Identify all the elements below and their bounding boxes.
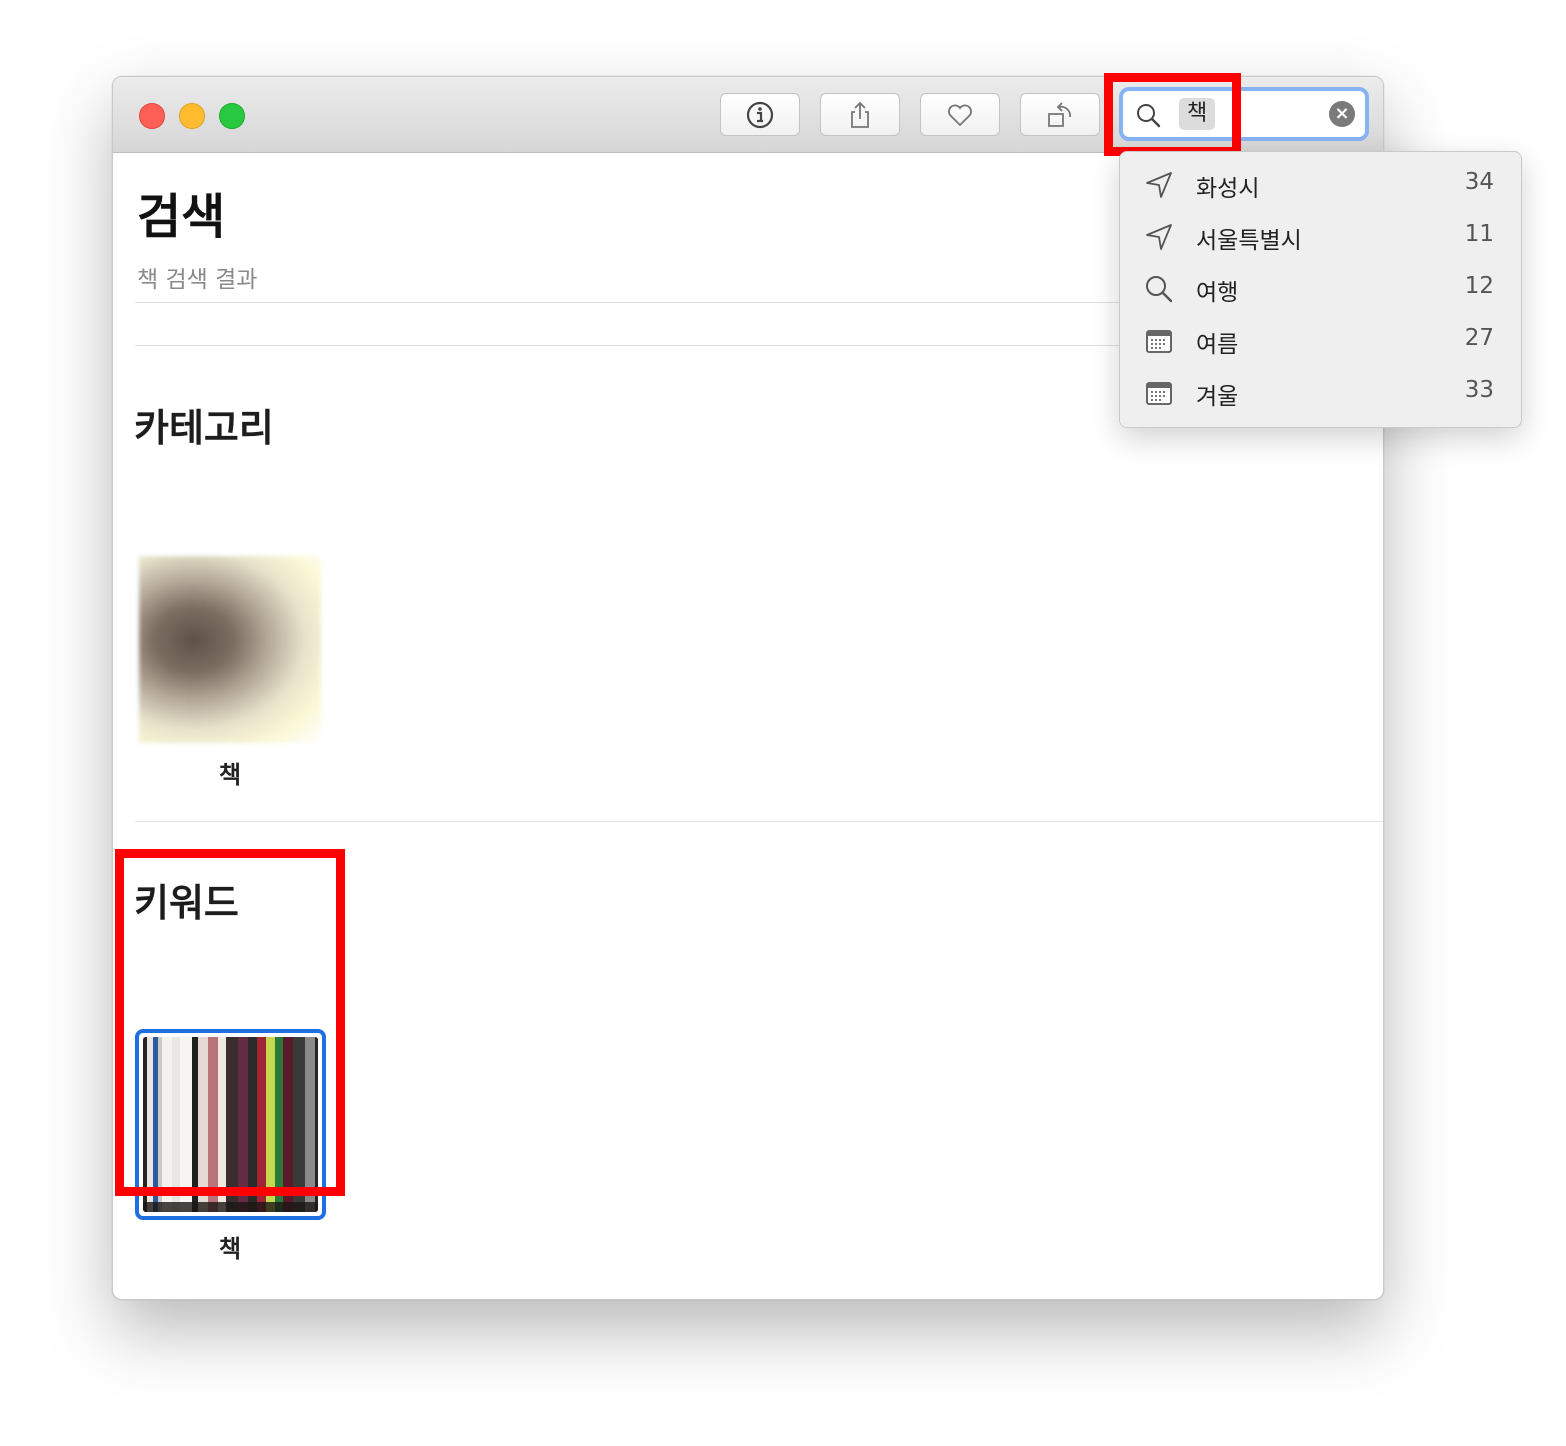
suggestion-count: 11 [1464,221,1494,247]
keyword-highlight-box [115,849,345,1196]
info-button[interactable] [720,93,800,136]
clear-icon[interactable]: × [1329,101,1355,127]
close-window-button[interactable] [139,103,165,129]
category-thumbnail[interactable] [139,556,321,743]
zoom-window-button[interactable] [219,103,245,129]
calendar-icon [1146,382,1172,405]
search-suggestions-dropdown: 화성시 34 서울특별시 11 여행 12 여름 27 겨울 33 [1119,151,1522,428]
category-item-label: 책 [218,761,242,789]
location-arrow-icon [1146,224,1172,250]
location-arrow-icon [1146,172,1172,198]
suggestion-item[interactable]: 여행 12 [1120,262,1521,314]
keyword-item-label: 책 [218,1235,242,1263]
page-subtitle: 책 검색 결과 [137,267,258,293]
search-icon [1146,276,1173,303]
suggestion-item[interactable]: 서울특별시 11 [1120,210,1521,262]
rotate-icon [1048,101,1071,127]
suggestion-count: 33 [1464,377,1494,403]
suggestion-count: 34 [1464,169,1494,195]
suggestion-label: 서울특별시 [1196,228,1302,254]
suggestion-count: 27 [1464,325,1494,351]
calendar-icon [1146,330,1172,353]
suggestion-item[interactable]: 화성시 34 [1120,158,1521,210]
suggestion-label: 화성시 [1196,176,1260,202]
divider [135,821,1383,822]
suggestion-label: 겨울 [1196,384,1239,410]
share-button[interactable] [820,93,900,136]
rotate-button[interactable] [1020,93,1100,136]
minimize-window-button[interactable] [179,103,205,129]
search-highlight-box [1104,73,1241,156]
share-icon [851,101,869,128]
info-icon [746,101,774,128]
suggestion-item[interactable]: 여름 27 [1120,314,1521,366]
suggestion-item[interactable]: 겨울 33 [1120,366,1521,418]
suggestion-label: 여름 [1196,332,1239,358]
favorite-button[interactable] [920,93,1000,136]
page-title: 검색 [137,189,226,245]
heart-icon [948,104,972,126]
suggestion-label: 여행 [1196,280,1239,306]
category-section-title: 카테고리 [134,406,274,450]
suggestion-count: 12 [1464,273,1494,299]
